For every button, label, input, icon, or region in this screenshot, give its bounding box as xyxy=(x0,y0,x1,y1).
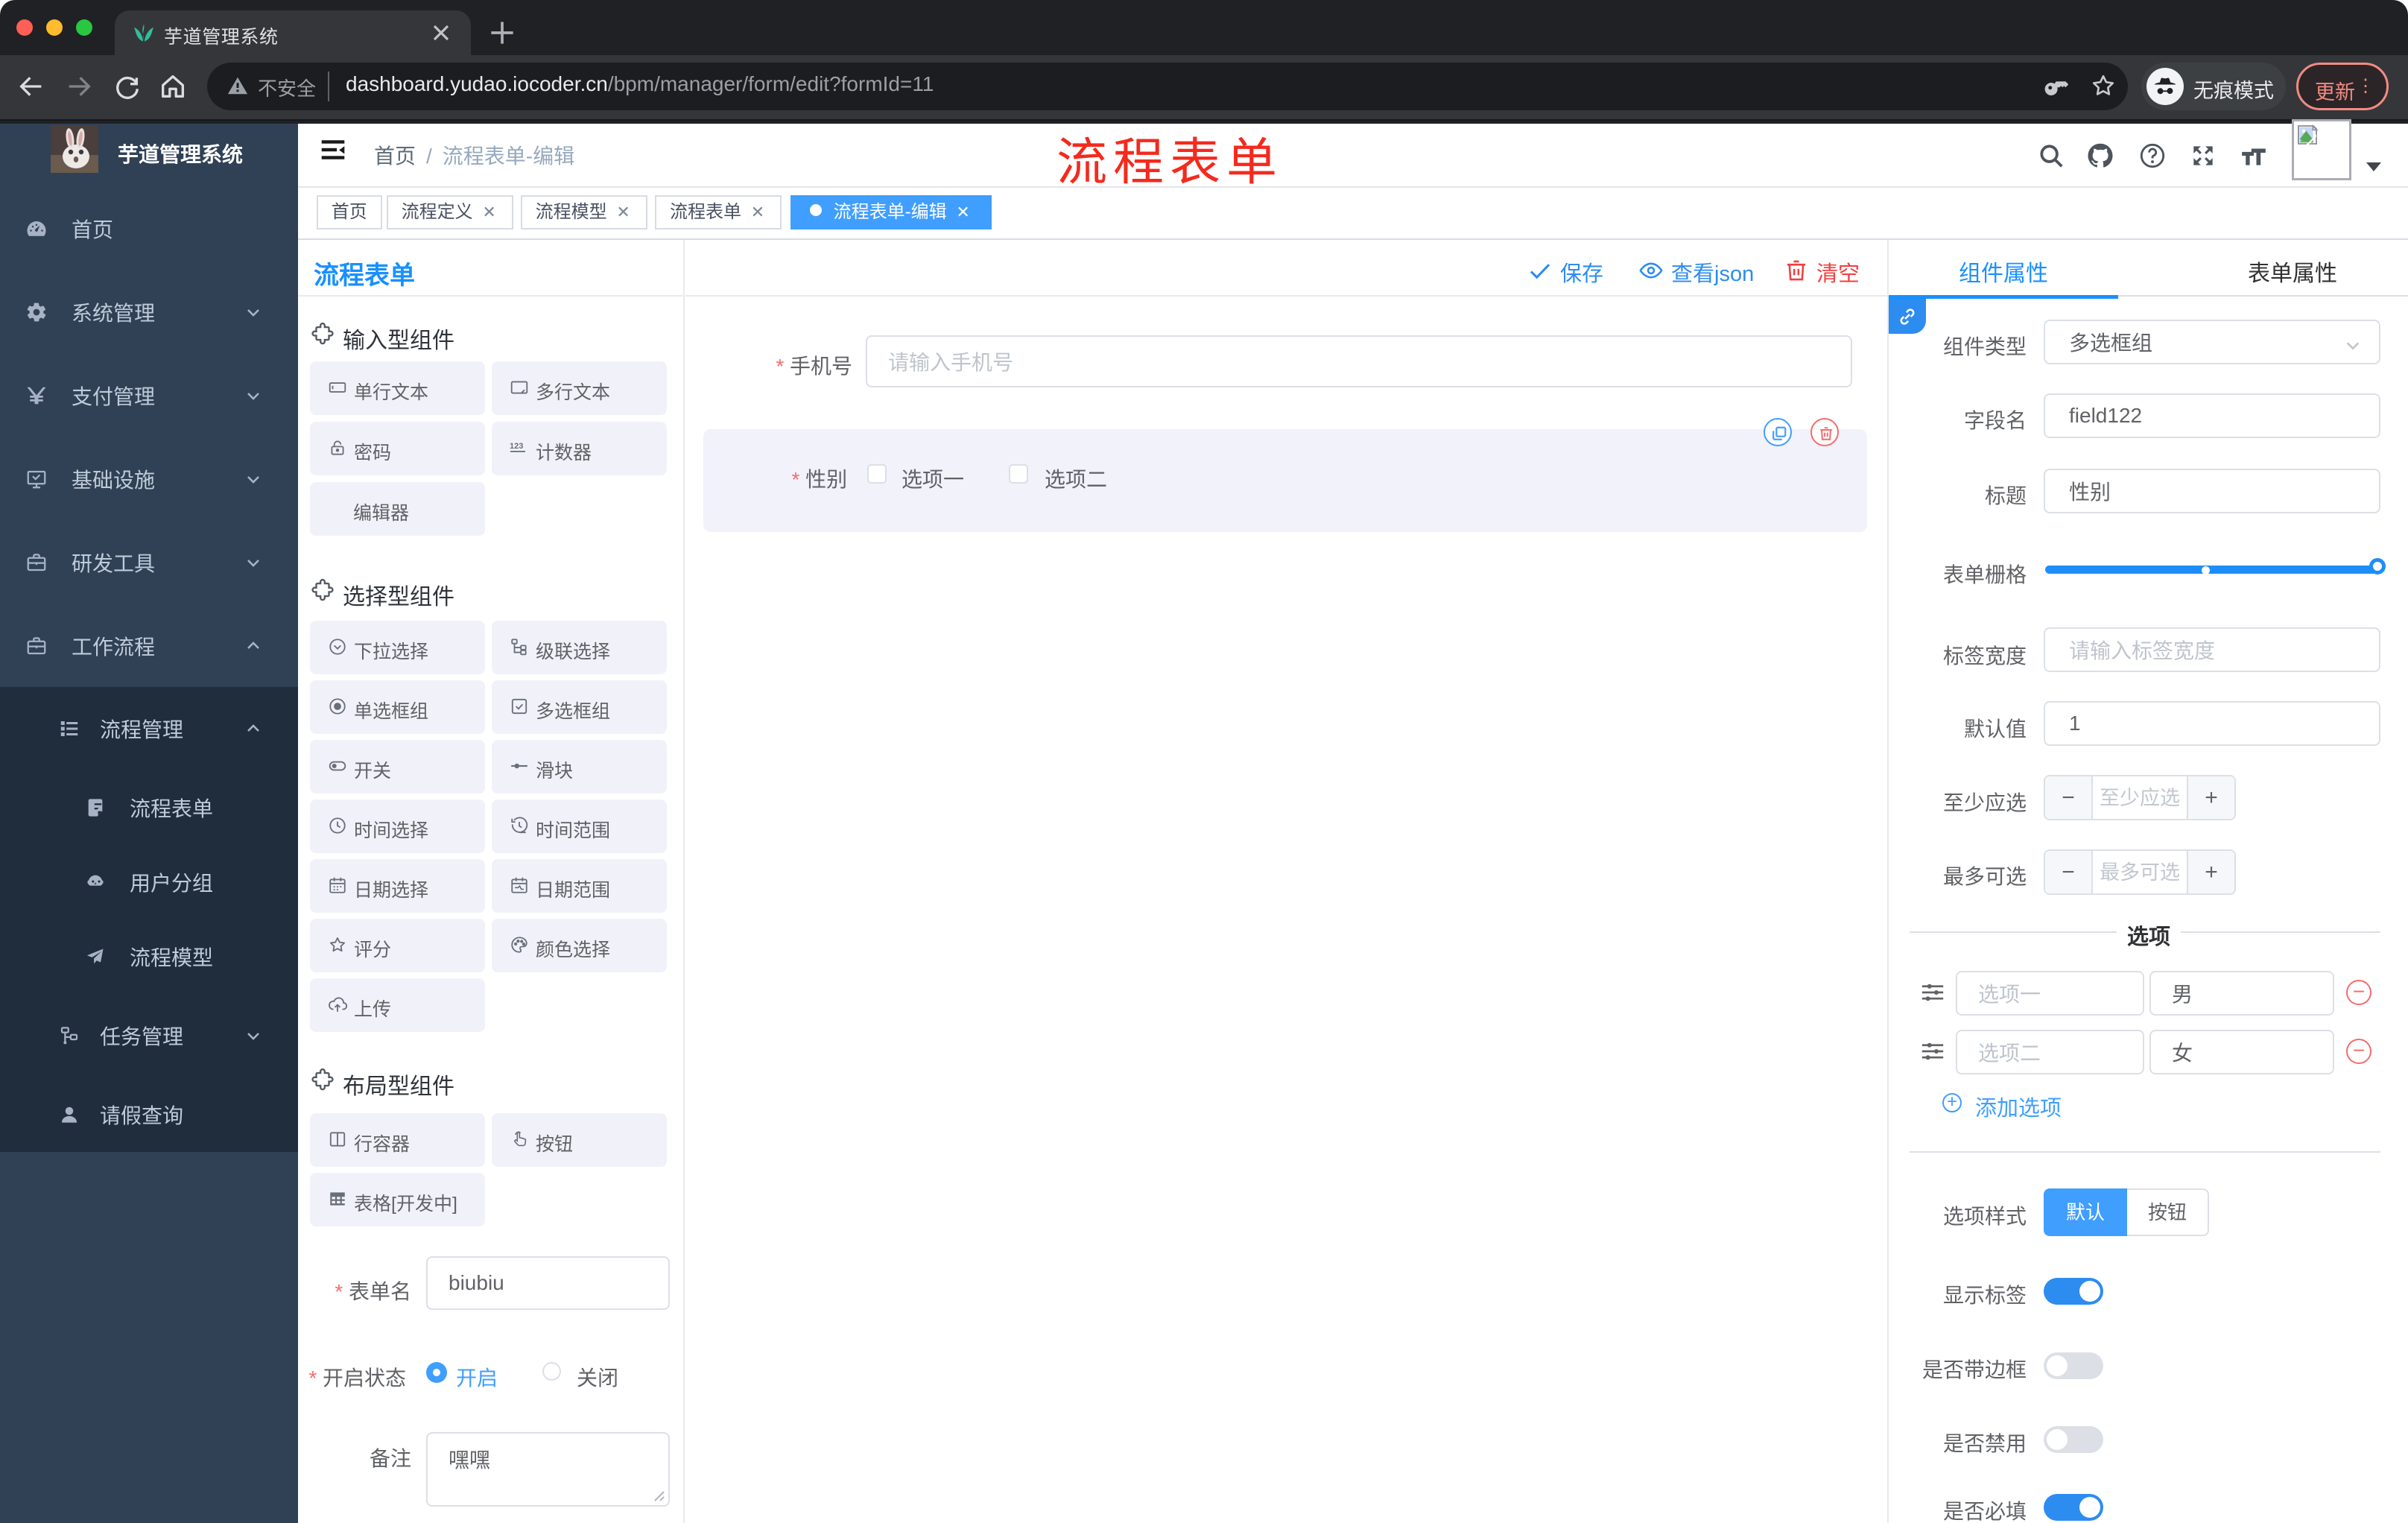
svg-text:123: 123 xyxy=(510,442,523,451)
